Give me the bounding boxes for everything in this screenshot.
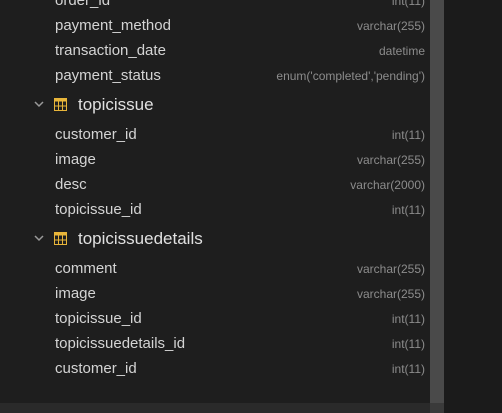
- column-type: varchar(255): [356, 153, 425, 167]
- column-type: int(11): [391, 362, 425, 376]
- column-type: int(11): [391, 312, 425, 326]
- chevron-down-icon[interactable]: [33, 232, 45, 244]
- column-row[interactable]: transaction_date datetime: [0, 38, 430, 63]
- vertical-scrollbar[interactable]: [430, 0, 444, 413]
- column-name: payment_method: [55, 17, 171, 34]
- schema-tree-panel: order_id int(11) payment_method varchar(…: [0, 0, 430, 413]
- adjacent-pane: [444, 0, 502, 413]
- column-name: order_id: [55, 0, 111, 9]
- column-row[interactable]: image varchar(255): [0, 281, 430, 306]
- scrollbar-thumb[interactable]: [430, 0, 444, 403]
- column-row[interactable]: payment_method varchar(255): [0, 13, 430, 38]
- column-type: int(11): [391, 337, 425, 351]
- column-name: topicissue_id: [55, 310, 142, 327]
- column-row[interactable]: order_id int(11): [0, 0, 430, 13]
- table-name: topicissue: [78, 95, 154, 114]
- column-row[interactable]: topicissue_id int(11): [0, 197, 430, 222]
- column-name: image: [55, 285, 96, 302]
- schema-tree: order_id int(11) payment_method varchar(…: [0, 0, 430, 381]
- column-type: varchar(2000): [350, 178, 425, 192]
- column-name: customer_id: [55, 360, 137, 377]
- table-grid-icon: [54, 232, 67, 245]
- column-row[interactable]: payment_status enum('completed','pending…: [0, 63, 430, 88]
- column-name: topicissue_id: [55, 201, 142, 218]
- table-node-topicissuedetails[interactable]: topicissuedetails: [0, 222, 430, 256]
- column-name: transaction_date: [55, 42, 166, 59]
- column-type: enum('completed','pending'): [276, 69, 425, 83]
- column-type: int(11): [391, 0, 425, 8]
- table-node-topicissue[interactable]: topicissue: [0, 88, 430, 122]
- column-name: payment_status: [55, 67, 161, 84]
- column-row[interactable]: topicissue_id int(11): [0, 306, 430, 331]
- column-type: int(11): [391, 128, 425, 142]
- column-name: desc: [55, 176, 87, 193]
- column-name: topicissuedetails_id: [55, 335, 186, 352]
- column-type: varchar(255): [356, 19, 425, 33]
- column-type: varchar(255): [356, 262, 425, 276]
- table-name: topicissuedetails: [78, 229, 203, 248]
- column-row[interactable]: comment varchar(255): [0, 256, 430, 281]
- column-type: datetime: [378, 44, 425, 58]
- table-grid-icon: [54, 98, 67, 111]
- column-row[interactable]: topicissuedetails_id int(11): [0, 331, 430, 356]
- column-row[interactable]: customer_id int(11): [0, 356, 430, 381]
- chevron-down-icon[interactable]: [33, 98, 45, 110]
- column-type: varchar(255): [356, 287, 425, 301]
- column-row[interactable]: customer_id int(11): [0, 122, 430, 147]
- column-row[interactable]: desc varchar(2000): [0, 172, 430, 197]
- column-name: image: [55, 151, 96, 168]
- column-name: comment: [55, 260, 117, 277]
- column-type: int(11): [391, 203, 425, 217]
- column-row[interactable]: image varchar(255): [0, 147, 430, 172]
- column-name: customer_id: [55, 126, 137, 143]
- horizontal-scrollbar[interactable]: [0, 403, 430, 413]
